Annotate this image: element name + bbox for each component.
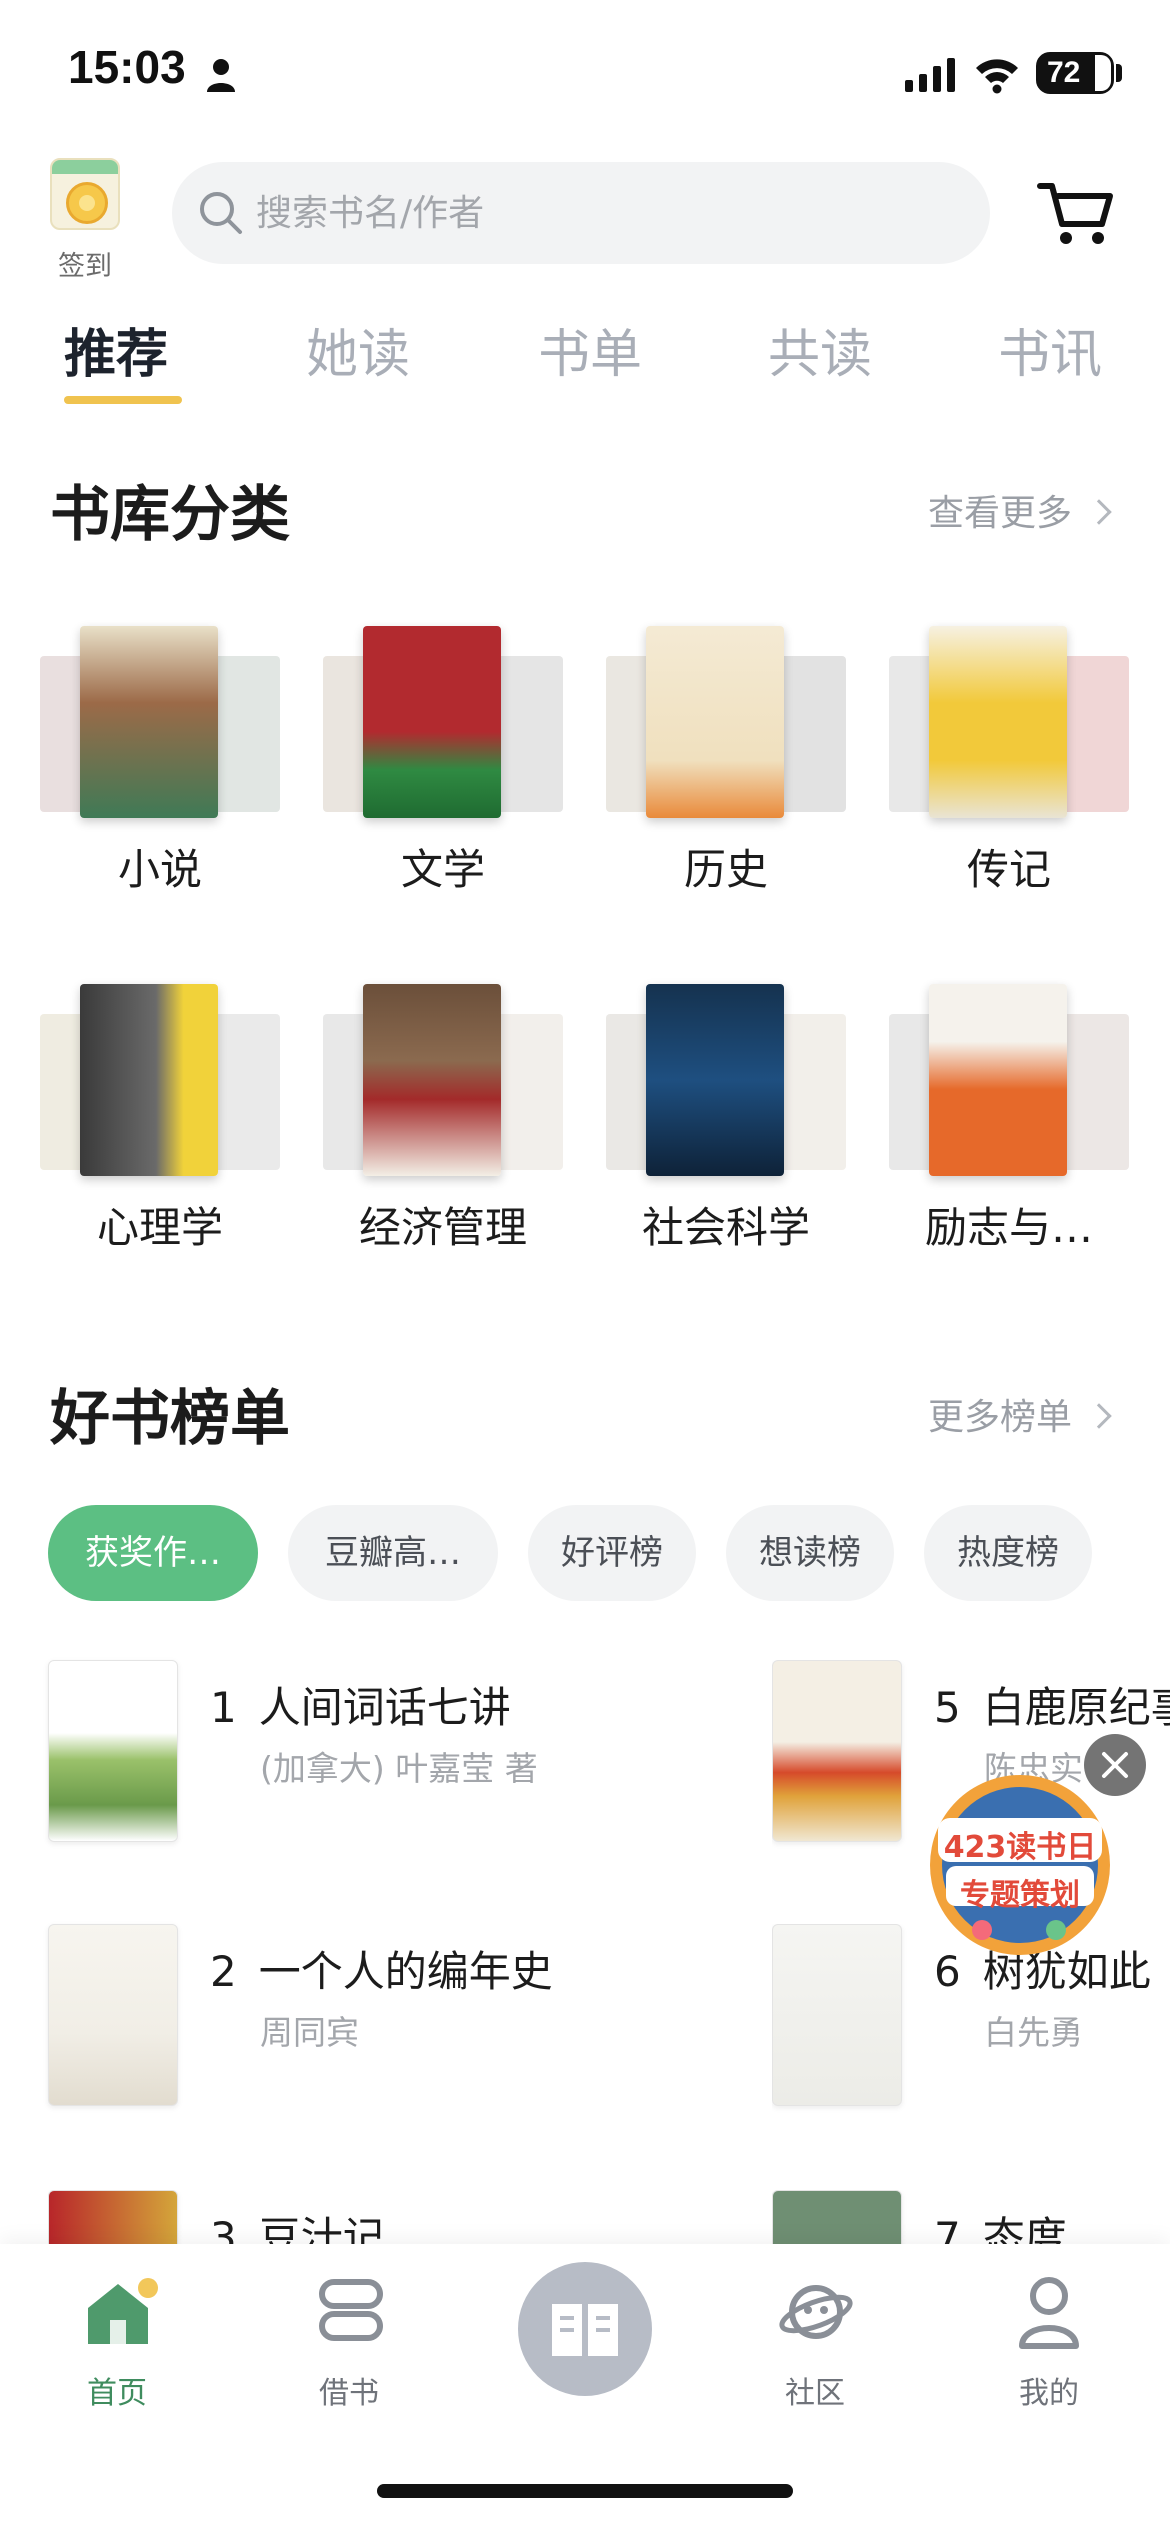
nav-borrow[interactable]: 借书 <box>274 2270 424 2420</box>
chip-award-winning[interactable]: 获奖作… <box>48 1505 258 1601</box>
book-title: 人间词话七讲 <box>258 1683 511 1732</box>
tab-she-reads[interactable]: 她读 <box>306 312 410 387</box>
battery-icon: 72 <box>1036 52 1114 94</box>
user-icon <box>1019 2277 1079 2349</box>
book-cover <box>772 1924 902 2106</box>
wifi-icon <box>976 59 1018 94</box>
tab-co-reading[interactable]: 共读 <box>768 312 872 387</box>
category-cover <box>363 626 501 818</box>
rankings-title: 好书榜单 <box>50 1384 290 1454</box>
chevron-right-icon <box>1086 1403 1112 1429</box>
category-economics-management[interactable]: 经济管理 <box>323 978 563 1278</box>
search-input[interactable] <box>254 186 954 240</box>
person-icon <box>207 59 235 92</box>
category-literature[interactable]: 文学 <box>323 620 563 920</box>
category-label: 社会科学 <box>641 1203 810 1252</box>
book-cover <box>48 1660 178 1842</box>
battery-cap <box>1116 64 1122 82</box>
tab-active-indicator <box>64 396 182 404</box>
nav-borrow-label: 借书 <box>319 2376 379 2411</box>
category-cover <box>80 626 218 818</box>
tab-book-news[interactable]: 书讯 <box>998 312 1102 387</box>
open-book-icon <box>552 2304 618 2356</box>
promo-line1: 423读书日 <box>943 1830 1097 1865</box>
borrow-icon <box>319 2279 383 2341</box>
category-label: 传记 <box>966 845 1051 894</box>
category-cover <box>646 984 784 1176</box>
nav-home[interactable]: 首页 <box>42 2270 192 2420</box>
category-biography[interactable]: 传记 <box>889 620 1129 920</box>
library-title: 书库分类 <box>50 480 290 550</box>
signin-button[interactable]: 签到 <box>48 152 128 282</box>
category-label: 励志与… <box>924 1203 1093 1252</box>
category-label: 历史 <box>683 845 768 894</box>
book-author: 周同宾 <box>260 2013 359 2052</box>
library-more-label: 查看更多 <box>928 493 1073 534</box>
nav-home-label: 首页 <box>87 2376 147 2411</box>
book-cover <box>48 1924 178 2106</box>
chevron-right-icon <box>1086 499 1112 525</box>
category-label: 小说 <box>117 845 202 894</box>
category-label: 文学 <box>400 845 485 894</box>
book-item[interactable]: 2 一个人的编年史 周同宾 <box>48 1924 728 2114</box>
library-more-link[interactable]: 查看更多 <box>928 484 1112 536</box>
category-cover <box>80 984 218 1176</box>
book-title: 白鹿原纪事 <box>982 1683 1170 1732</box>
promo-line2: 专题策划 <box>960 1878 1080 1913</box>
book-item[interactable]: 1 人间词话七讲 (加拿大) 叶嘉莹 著 <box>48 1660 728 1850</box>
rankings-more-label: 更多榜单 <box>928 1397 1073 1438</box>
book-rank: 2 <box>210 1947 237 1996</box>
nav-profile[interactable]: 我的 <box>974 2270 1124 2420</box>
chip-good-reviews[interactable]: 好评榜 <box>528 1505 696 1601</box>
search-icon <box>200 192 242 234</box>
book-author: (加拿大) 叶嘉莹 著 <box>260 1749 538 1788</box>
reading-day-promo-badge[interactable]: 423读书日 专题策划 <box>920 1770 1120 1960</box>
signin-label: 签到 <box>58 251 112 282</box>
category-label: 心理学 <box>96 1203 223 1252</box>
nav-read-button[interactable] <box>518 2262 652 2396</box>
search-bar[interactable] <box>172 162 990 264</box>
planet-icon <box>779 2285 853 2339</box>
cellular-signal-icon <box>905 58 955 92</box>
promo-close-button[interactable] <box>1084 1734 1146 1796</box>
status-time: 15:03 <box>68 41 186 93</box>
book-cover <box>772 1660 902 1842</box>
chip-want-to-read[interactable]: 想读榜 <box>726 1505 894 1601</box>
book-rank: 5 <box>934 1683 961 1732</box>
book-rank: 1 <box>210 1683 237 1732</box>
home-icon <box>88 2278 158 2344</box>
close-icon <box>1102 1752 1128 1778</box>
category-cover <box>646 626 784 818</box>
rankings-more-link[interactable]: 更多榜单 <box>928 1388 1112 1440</box>
category-cover <box>929 626 1067 818</box>
category-cover <box>363 984 501 1176</box>
tab-recommend[interactable]: 推荐 <box>64 312 168 387</box>
category-social-science[interactable]: 社会科学 <box>606 978 846 1278</box>
home-indicator <box>377 2484 793 2498</box>
coin-icon <box>66 182 108 224</box>
book-title: 一个人的编年史 <box>258 1947 553 1996</box>
nav-profile-label: 我的 <box>1019 2376 1079 2411</box>
category-label: 经济管理 <box>358 1203 527 1252</box>
chip-popularity[interactable]: 热度榜 <box>924 1505 1092 1601</box>
nav-community-label: 社区 <box>785 2376 845 2411</box>
category-self-help[interactable]: 励志与… <box>889 978 1129 1278</box>
category-psychology[interactable]: 心理学 <box>40 978 280 1278</box>
calendar-icon <box>50 158 120 230</box>
category-cover <box>929 984 1067 1176</box>
book-author: 白先勇 <box>984 2013 1083 2052</box>
chip-douban-high[interactable]: 豆瓣高… <box>288 1505 498 1601</box>
category-fiction[interactable]: 小说 <box>40 620 280 920</box>
cart-icon[interactable] <box>1036 178 1116 248</box>
tab-book-lists[interactable]: 书单 <box>538 312 642 387</box>
category-history[interactable]: 历史 <box>606 620 846 920</box>
battery-level: 72 <box>1047 56 1081 89</box>
nav-community[interactable]: 社区 <box>740 2270 890 2420</box>
